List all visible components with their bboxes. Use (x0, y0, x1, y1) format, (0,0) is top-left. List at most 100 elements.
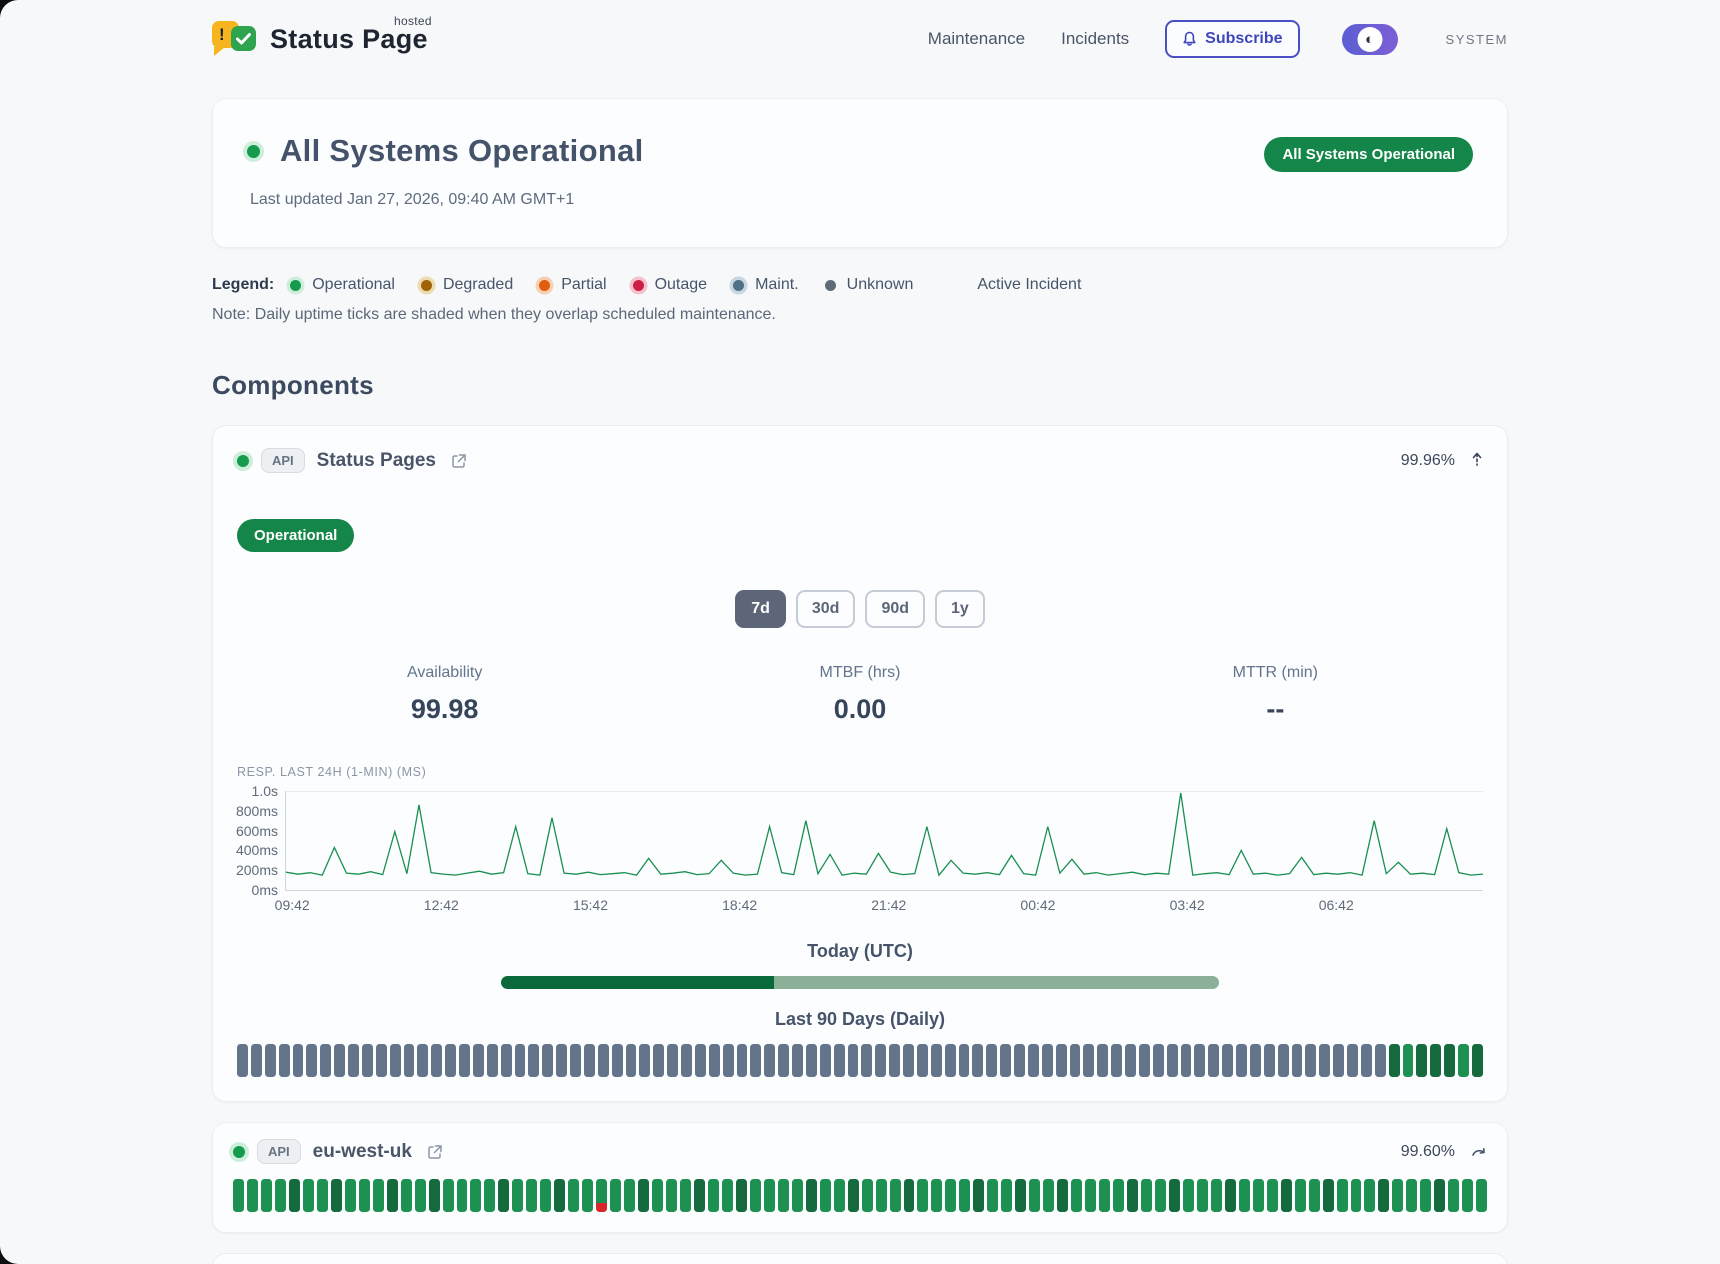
uptime-tick (1197, 1179, 1208, 1212)
uptime-tick (1267, 1179, 1278, 1212)
uptime-tick (1253, 1179, 1264, 1212)
legend-dot (825, 280, 836, 291)
legend-item-label: Partial (561, 276, 606, 294)
hero-card: All Systems Operational Last updated Jan… (212, 98, 1508, 248)
logo[interactable]: ! Status Page hosted (212, 18, 428, 60)
uptime-tick (1430, 1044, 1441, 1077)
uptime-tick (1139, 1044, 1150, 1077)
component-card-eu-west-uk: API eu-west-uk 99.60% (212, 1122, 1508, 1233)
uptime-tick (376, 1044, 387, 1077)
expand-arrow-icon[interactable] (1471, 1146, 1487, 1158)
uptime-tick (320, 1044, 331, 1077)
uptime-tick (820, 1179, 831, 1212)
uptime-tick (359, 1179, 370, 1212)
uptime-tick (1351, 1179, 1362, 1212)
uptime-tick (1319, 1044, 1330, 1077)
stat-value: 0.00 (652, 694, 1067, 725)
uptime-tick (1323, 1179, 1334, 1212)
uptime-tick (501, 1044, 512, 1077)
legend-dot (539, 280, 550, 291)
uptime-tick (764, 1179, 775, 1212)
theme-toggle[interactable]: ◐ (1342, 24, 1398, 55)
uptime-tick (390, 1044, 401, 1077)
uptime-tick (1420, 1179, 1431, 1212)
uptime-tick (653, 1044, 664, 1077)
time-range-selector: 7d 30d90d 1y (237, 590, 1483, 628)
chart-y-tick: 400ms (226, 842, 278, 858)
uptime-tick (987, 1179, 998, 1212)
legend-item-unknown: Unknown (825, 276, 914, 294)
nav-link-incidents[interactable]: Incidents (1061, 29, 1129, 49)
uptime-tick (723, 1044, 734, 1077)
uptime-tick (1208, 1044, 1219, 1077)
range-button-30d[interactable]: 30d (796, 590, 856, 628)
uptime-tick (861, 1044, 872, 1077)
logo-speech-bubble-icon: ! (212, 18, 260, 60)
uptime-tick (1225, 1179, 1236, 1212)
uptime-tick (570, 1044, 581, 1077)
nav-link-maintenance[interactable]: Maintenance (928, 29, 1025, 49)
uptime-tick (1458, 1044, 1469, 1077)
uptime-tick (348, 1044, 359, 1077)
uptime-tick (876, 1179, 887, 1212)
components-heading: Components (212, 370, 1508, 401)
uptime-tick (1042, 1044, 1053, 1077)
uptime-tick (237, 1044, 248, 1077)
uptime-tick (443, 1179, 454, 1212)
status-page: ! Status Page hosted Maintenance Incident… (0, 0, 1720, 1264)
uptime-tick (429, 1179, 440, 1212)
range-button-1y[interactable]: 1y (935, 590, 985, 628)
uptime-tick-row (237, 1044, 1483, 1077)
stat-availability: Availability99.98 (237, 664, 652, 725)
uptime-tick (470, 1179, 481, 1212)
uptime-tick (889, 1044, 900, 1077)
uptime-tick (695, 1044, 706, 1077)
uptime-tick (568, 1179, 579, 1212)
uptime-tick (1141, 1179, 1152, 1212)
uptime-tick (666, 1179, 677, 1212)
uptime-tick (459, 1044, 470, 1077)
uptime-tick (1057, 1179, 1068, 1212)
uptime-tick (848, 1179, 859, 1212)
collapse-arrow-icon[interactable] (1471, 452, 1483, 470)
uptime-tick (540, 1179, 551, 1212)
uptime-tick (279, 1044, 290, 1077)
subscribe-button[interactable]: Subscribe (1165, 20, 1299, 58)
uptime-percentage: 99.60% (1401, 1143, 1455, 1161)
uptime-tick (1070, 1044, 1081, 1077)
legend-item-label: Unknown (847, 276, 914, 294)
uptime-tick (931, 1179, 942, 1212)
uptime-tick (1406, 1179, 1417, 1212)
external-link-icon[interactable] (426, 1143, 444, 1161)
uptime-tick (487, 1044, 498, 1077)
uptime-tick (1305, 1044, 1316, 1077)
uptime-tick (1444, 1044, 1455, 1077)
range-button-7d[interactable]: 7d (735, 590, 786, 628)
uptime-tick (1434, 1179, 1445, 1212)
range-button-90d[interactable]: 90d (865, 590, 925, 628)
uptime-tick (1153, 1044, 1164, 1077)
uptime-tick (584, 1044, 595, 1077)
uptime-tick (542, 1044, 553, 1077)
uptime-tick (373, 1179, 384, 1212)
uptime-tick (417, 1044, 428, 1077)
chart-x-tick: 03:42 (1170, 897, 1205, 913)
component-name: eu-west-uk (313, 1141, 412, 1163)
uptime-tick (1416, 1044, 1427, 1077)
uptime-tick (862, 1179, 873, 1212)
uptime-tick (945, 1044, 956, 1077)
chart-x-tick: 18:42 (722, 897, 757, 913)
uptime-tick (528, 1044, 539, 1077)
legend-item-label: Maint. (755, 276, 799, 294)
uptime-tick (1361, 1044, 1372, 1077)
uptime-tick-row (233, 1179, 1487, 1212)
uptime-tick (917, 1179, 928, 1212)
external-link-icon[interactable] (450, 452, 468, 470)
uptime-tick (1001, 1179, 1012, 1212)
stats-row: Availability99.98MTBF (hrs)0.00MTTR (min… (237, 664, 1483, 725)
uptime-tick (959, 1044, 970, 1077)
uptime-tick (1125, 1044, 1136, 1077)
chart-y-tick: 600ms (226, 823, 278, 839)
uptime-tick (1127, 1179, 1138, 1212)
legend-dot (733, 280, 744, 291)
